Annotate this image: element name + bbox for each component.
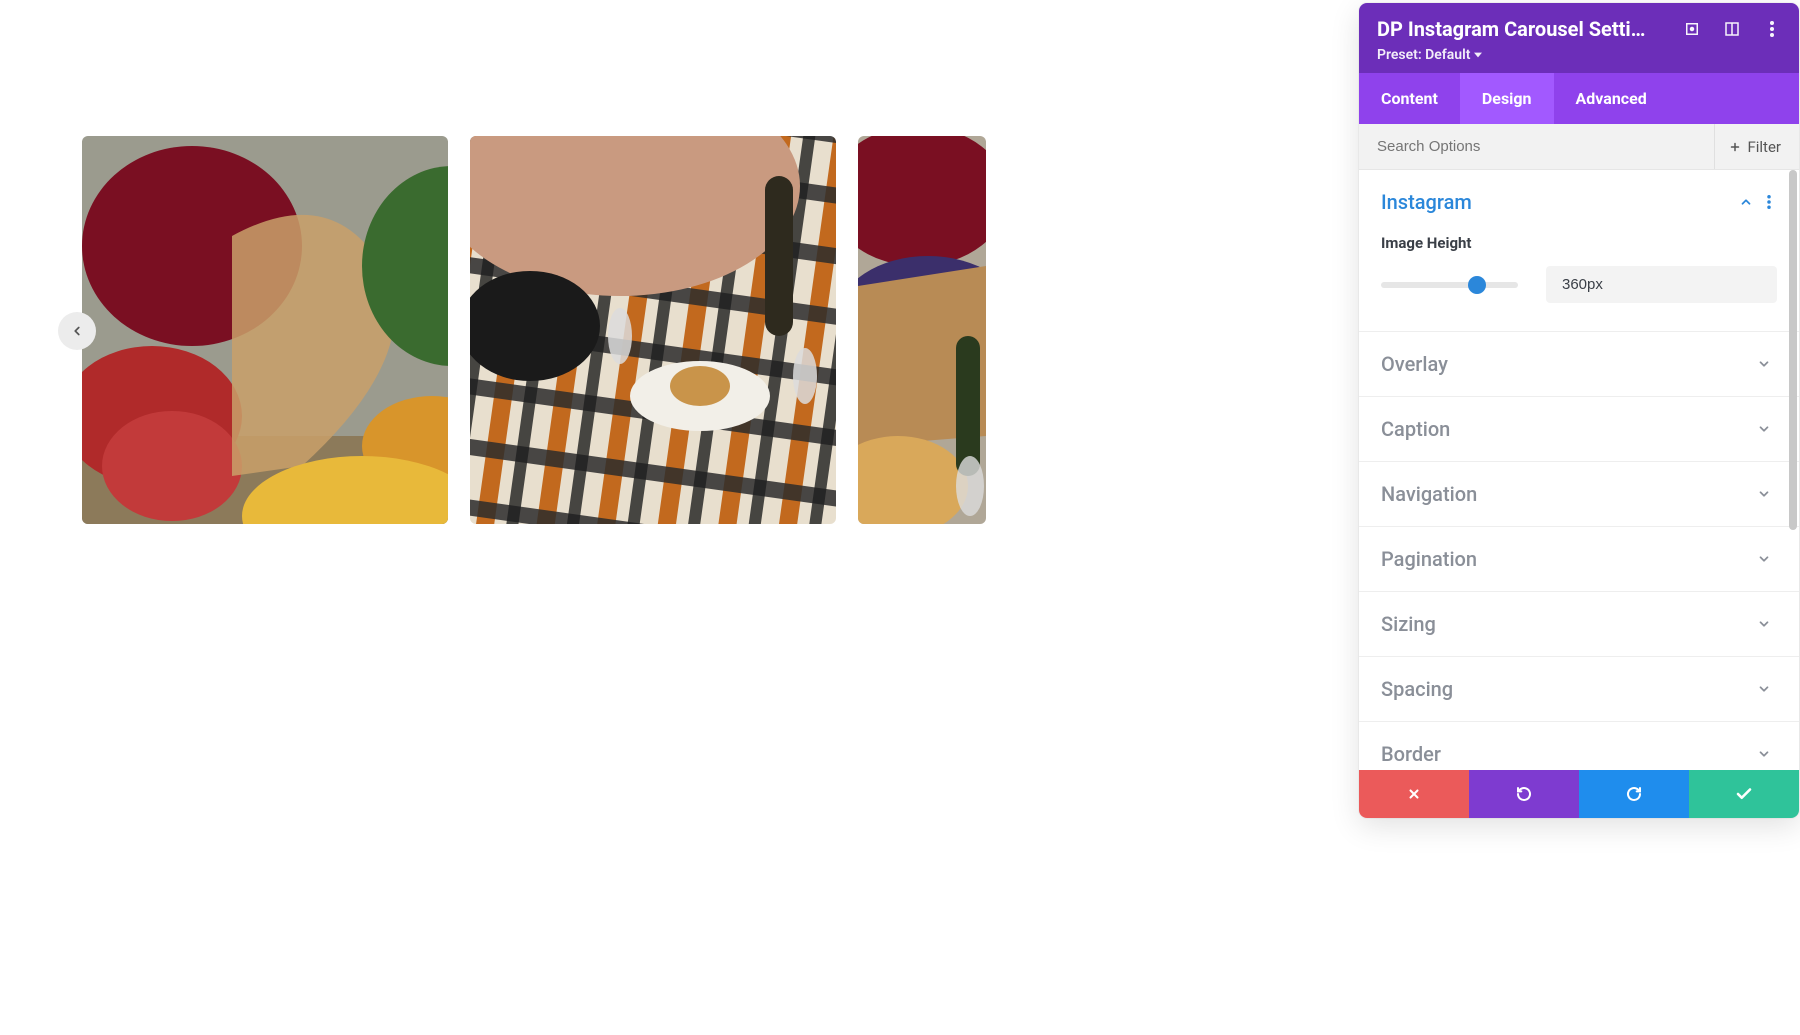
image-height-value[interactable] [1546, 266, 1777, 303]
section-title: Navigation [1381, 482, 1477, 506]
section-header-border[interactable]: Border [1359, 722, 1799, 770]
section-title: Border [1381, 742, 1441, 766]
section-title: Pagination [1381, 547, 1477, 571]
image-height-slider[interactable] [1381, 282, 1518, 288]
carousel-card[interactable] [82, 136, 448, 524]
panel-header[interactable]: DP Instagram Carousel Setti… Preset: Def… [1359, 3, 1799, 73]
section-title: Caption [1381, 417, 1450, 441]
scrollbar-thumb[interactable] [1789, 170, 1797, 530]
preset-label: Preset: Default [1377, 47, 1470, 63]
preset-dropdown[interactable]: Preset: Default [1377, 47, 1781, 63]
chevron-down-icon [1757, 552, 1771, 566]
section-navigation: Navigation [1359, 462, 1799, 527]
section-header-spacing[interactable]: Spacing [1359, 657, 1799, 721]
chevron-up-icon [1739, 195, 1753, 209]
section-header-navigation[interactable]: Navigation [1359, 462, 1799, 526]
section-header-caption[interactable]: Caption [1359, 397, 1799, 461]
panel-search-bar: Filter [1359, 124, 1799, 170]
columns-icon[interactable] [1723, 20, 1741, 38]
filter-button[interactable]: Filter [1714, 124, 1799, 169]
section-border: Border [1359, 722, 1799, 770]
chevron-down-icon [1757, 747, 1771, 761]
settings-panel: DP Instagram Carousel Setti… Preset: Def… [1359, 3, 1799, 818]
section-content-instagram: Image Height [1359, 234, 1799, 331]
tab-content[interactable]: Content [1359, 73, 1460, 124]
panel-tabs: Content Design Advanced [1359, 73, 1799, 124]
chevron-down-icon [1757, 422, 1771, 436]
filter-label: Filter [1747, 138, 1781, 156]
save-button[interactable] [1689, 770, 1799, 818]
chevron-down-icon [1757, 617, 1771, 631]
tab-advanced[interactable]: Advanced [1554, 73, 1669, 124]
kebab-menu-icon[interactable] [1763, 20, 1781, 38]
section-header-pagination[interactable]: Pagination [1359, 527, 1799, 591]
section-caption: Caption [1359, 397, 1799, 462]
section-overlay: Overlay [1359, 332, 1799, 397]
section-title: Spacing [1381, 677, 1453, 701]
panel-body[interactable]: Instagram Image Height [1359, 170, 1799, 770]
section-title: Overlay [1381, 352, 1448, 376]
chevron-down-icon [1757, 487, 1771, 501]
preview-canvas [0, 0, 987, 1035]
section-pagination: Pagination [1359, 527, 1799, 592]
carousel-card[interactable] [470, 136, 836, 524]
section-instagram: Instagram Image Height [1359, 170, 1799, 332]
cancel-button[interactable] [1359, 770, 1469, 818]
panel-footer [1359, 770, 1799, 818]
carousel-prev-button[interactable] [58, 312, 96, 350]
slider-thumb[interactable] [1468, 276, 1486, 294]
carousel-card[interactable] [858, 136, 986, 524]
section-spacing: Spacing [1359, 657, 1799, 722]
panel-title: DP Instagram Carousel Setti… [1377, 17, 1646, 41]
chevron-down-icon [1757, 682, 1771, 696]
section-title: Instagram [1381, 190, 1472, 214]
section-sizing: Sizing [1359, 592, 1799, 657]
section-header-sizing[interactable]: Sizing [1359, 592, 1799, 656]
instagram-carousel [82, 136, 987, 524]
field-label-image-height: Image Height [1381, 234, 1777, 252]
section-header-overlay[interactable]: Overlay [1359, 332, 1799, 396]
expand-icon[interactable] [1683, 20, 1701, 38]
tab-design[interactable]: Design [1460, 73, 1554, 124]
redo-button[interactable] [1579, 770, 1689, 818]
chevron-down-icon [1757, 357, 1771, 371]
undo-button[interactable] [1469, 770, 1579, 818]
search-input[interactable] [1359, 124, 1667, 169]
section-title: Sizing [1381, 612, 1436, 636]
kebab-menu-icon[interactable] [1767, 195, 1771, 209]
section-header-instagram[interactable]: Instagram [1359, 170, 1799, 234]
